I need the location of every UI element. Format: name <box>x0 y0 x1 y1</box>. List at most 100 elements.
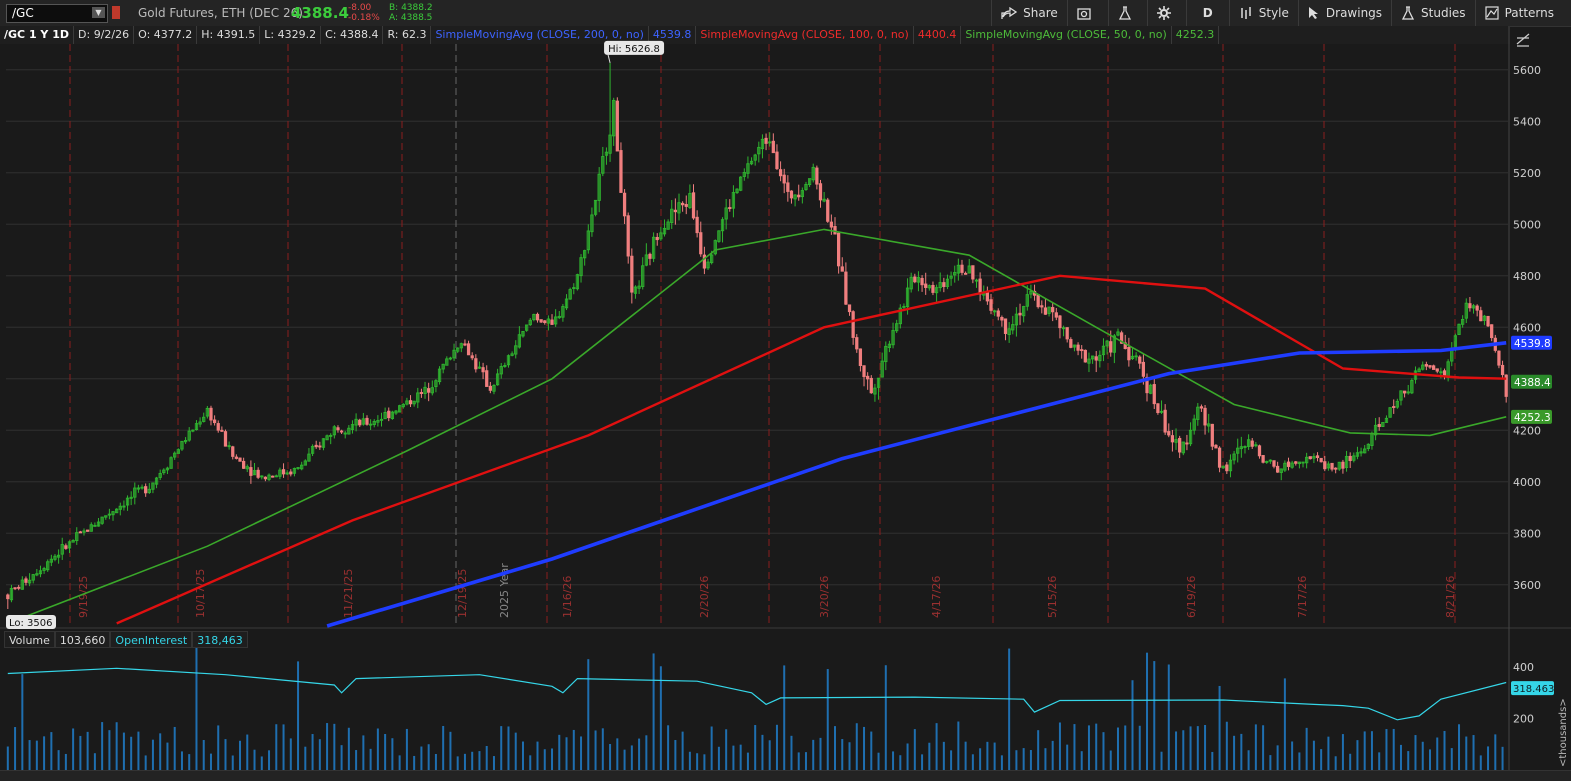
candle-body <box>419 392 424 394</box>
volume-bar <box>1378 752 1381 770</box>
candle-body <box>815 167 819 185</box>
volume-bar <box>601 728 604 770</box>
volume-bar <box>1414 735 1417 770</box>
date-label: 1/16/26 <box>561 576 574 618</box>
volume-bar <box>899 755 902 770</box>
volume-bar <box>1182 730 1185 770</box>
volume-bar <box>275 724 278 770</box>
volume-bar <box>1305 727 1308 770</box>
volume-bar <box>209 753 212 770</box>
patterns-button[interactable]: Patterns <box>1474 0 1563 26</box>
screenshot-button[interactable] <box>1066 0 1108 26</box>
candle-body <box>695 216 699 234</box>
volume-bar <box>1029 750 1032 770</box>
volume-bar <box>1037 730 1040 770</box>
volume-bar <box>6 746 9 770</box>
volume-bar <box>761 734 764 770</box>
candle-body <box>1497 350 1501 366</box>
candle-body <box>1080 349 1084 352</box>
candle-body <box>858 348 863 366</box>
style-button[interactable]: Style <box>1228 0 1298 26</box>
volume-bar <box>1008 648 1011 770</box>
volume-bar <box>1276 745 1279 770</box>
top-toolbar: /GC ▼ Gold Futures, ETH (DEC 26) 4388.4 … <box>0 0 1571 27</box>
volume-bar <box>1102 732 1105 770</box>
candle-body <box>1315 455 1320 459</box>
oi-label[interactable]: OpenInterest <box>110 631 193 648</box>
volume-bar <box>333 723 336 770</box>
last-price: 4388.4 <box>291 4 349 22</box>
candle-body <box>1185 442 1189 445</box>
price-chart[interactable]: 9/19/25 10/17/25 11/21/25 12/19/25 2025 Year… <box>0 26 1571 770</box>
style-icon <box>1241 7 1251 19</box>
candle-body <box>655 237 659 241</box>
volume-bar <box>1262 725 1265 770</box>
volume-bar <box>1465 736 1468 770</box>
candle-body <box>485 370 489 387</box>
candle-body <box>242 460 246 469</box>
candle-body <box>786 182 790 192</box>
candle-body <box>1261 455 1265 463</box>
settings-button[interactable] <box>1146 0 1186 26</box>
flask-icon <box>1118 6 1131 20</box>
volume-bar <box>1000 755 1003 770</box>
candle-body <box>1294 461 1298 464</box>
symbol-dropdown-icon[interactable]: ▼ <box>92 7 105 18</box>
volume-bar <box>529 755 532 770</box>
price-tick-label: 4000 <box>1513 476 1541 489</box>
symbol-input[interactable]: /GC ▼ <box>6 4 108 23</box>
candle-body <box>764 137 768 144</box>
volume-bar <box>1204 725 1207 770</box>
candle-body <box>775 151 779 170</box>
studies-button[interactable]: Studies <box>1391 0 1475 26</box>
candle-body <box>1167 431 1171 436</box>
share-button[interactable]: Share <box>991 0 1067 26</box>
candle-body <box>866 375 870 380</box>
candle-body <box>771 140 775 154</box>
candle-body <box>1275 465 1280 473</box>
volume-bar <box>1160 751 1163 770</box>
volume-bar <box>1363 731 1366 770</box>
symbol-text: /GC <box>12 6 34 20</box>
candle-body <box>1083 349 1087 363</box>
price-plot-area <box>6 44 1508 626</box>
candle-body <box>818 183 823 201</box>
volume-tick-label: 200 <box>1513 713 1534 726</box>
volume-bar <box>775 724 778 770</box>
volume-bar <box>587 659 590 770</box>
volume-bar <box>1341 734 1344 770</box>
volume-bar <box>710 726 713 770</box>
volume-bar <box>1479 755 1482 770</box>
volume-bar <box>1124 725 1127 770</box>
candle-body <box>1428 365 1432 368</box>
volume-bar <box>166 742 169 770</box>
volume-bar <box>659 666 662 770</box>
volume-bar <box>870 731 873 770</box>
flask-button[interactable] <box>1107 0 1147 26</box>
candle-body <box>13 587 17 590</box>
ask-value: A: 4388.5 <box>389 13 433 23</box>
volume-bar <box>543 749 546 770</box>
candle-body <box>231 446 235 457</box>
date-label: 7/17/26 <box>1296 576 1309 618</box>
lo-label: Lo: 3506 <box>9 618 53 629</box>
drawings-button[interactable]: Drawings <box>1297 0 1391 26</box>
volume-bar <box>28 740 31 770</box>
candle-body <box>1272 460 1276 467</box>
volume-bar <box>993 742 996 770</box>
candle-body <box>1054 312 1058 318</box>
volume-bar <box>732 745 735 770</box>
candle-body <box>1475 305 1479 311</box>
volume-bar <box>572 729 575 770</box>
volume-bar <box>64 753 67 770</box>
volume-bar <box>790 735 793 770</box>
date-label: 12/19/25 <box>456 569 469 618</box>
candle-body <box>1308 456 1312 460</box>
flag-icon[interactable] <box>112 6 120 19</box>
period-button[interactable]: D <box>1185 0 1229 26</box>
volume-bar <box>638 738 641 770</box>
candle-body <box>220 429 224 432</box>
volume-label[interactable]: Volume <box>4 631 55 648</box>
candle-body <box>1163 409 1167 433</box>
candle-body <box>78 531 83 534</box>
